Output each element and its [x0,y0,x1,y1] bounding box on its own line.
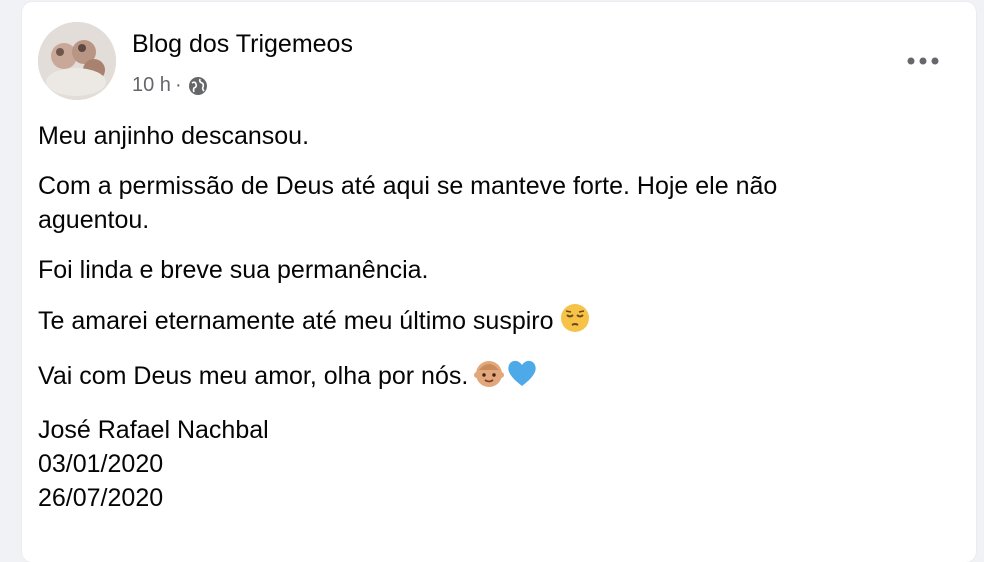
post-text: Te amarei eternamente até meu último sus… [38,307,554,335]
baby-face-icon [474,358,505,397]
post-line: Com a permissão de Deus até aqui se mant… [38,169,938,237]
post-text: Meu anjinho descansou. [38,122,310,150]
post-text: Vai com Deus meu amor, olha por nós. [38,362,469,390]
post-text: aguentou. [38,206,150,234]
post-line: Meu anjinho descansou. [38,119,938,153]
post-timestamp[interactable]: 10 h [132,74,171,97]
signature-date: 26/07/2020 [38,484,164,512]
meta-separator: · [174,74,182,96]
blue-heart-icon [506,358,538,397]
post-line: Te amarei eternamente até meu último sus… [38,303,938,342]
post-body: Meu anjinho descansou. Com a permissão d… [38,119,938,515]
post-text: Com a permissão de Deus até aqui se mant… [38,172,778,200]
post-header: Blog dos Trigemeos 10 h · [38,22,958,102]
page-name-link[interactable]: Blog dos Trigemeos [132,30,353,59]
pensive-face-icon [560,303,590,342]
page-avatar[interactable] [38,22,116,100]
signature-date: 03/01/2020 [38,450,164,478]
signature-line: José Rafael Nachbal 03/01/2020 26/07/202… [38,413,938,515]
more-options-icon [907,57,939,65]
post-meta: 10 h · [132,74,208,97]
post-text: Foi linda e breve sua permanência. [38,256,429,284]
globe-icon[interactable] [188,76,208,96]
more-options-button[interactable] [898,46,948,76]
post-card: Blog dos Trigemeos 10 h · Meu anjinho de… [22,2,976,562]
avatar-photo-icon [38,22,116,100]
signature-name: José Rafael Nachbal [38,416,269,444]
post-line: Foi linda e breve sua permanência. [38,253,938,287]
post-line: Vai com Deus meu amor, olha por nós. [38,358,938,397]
